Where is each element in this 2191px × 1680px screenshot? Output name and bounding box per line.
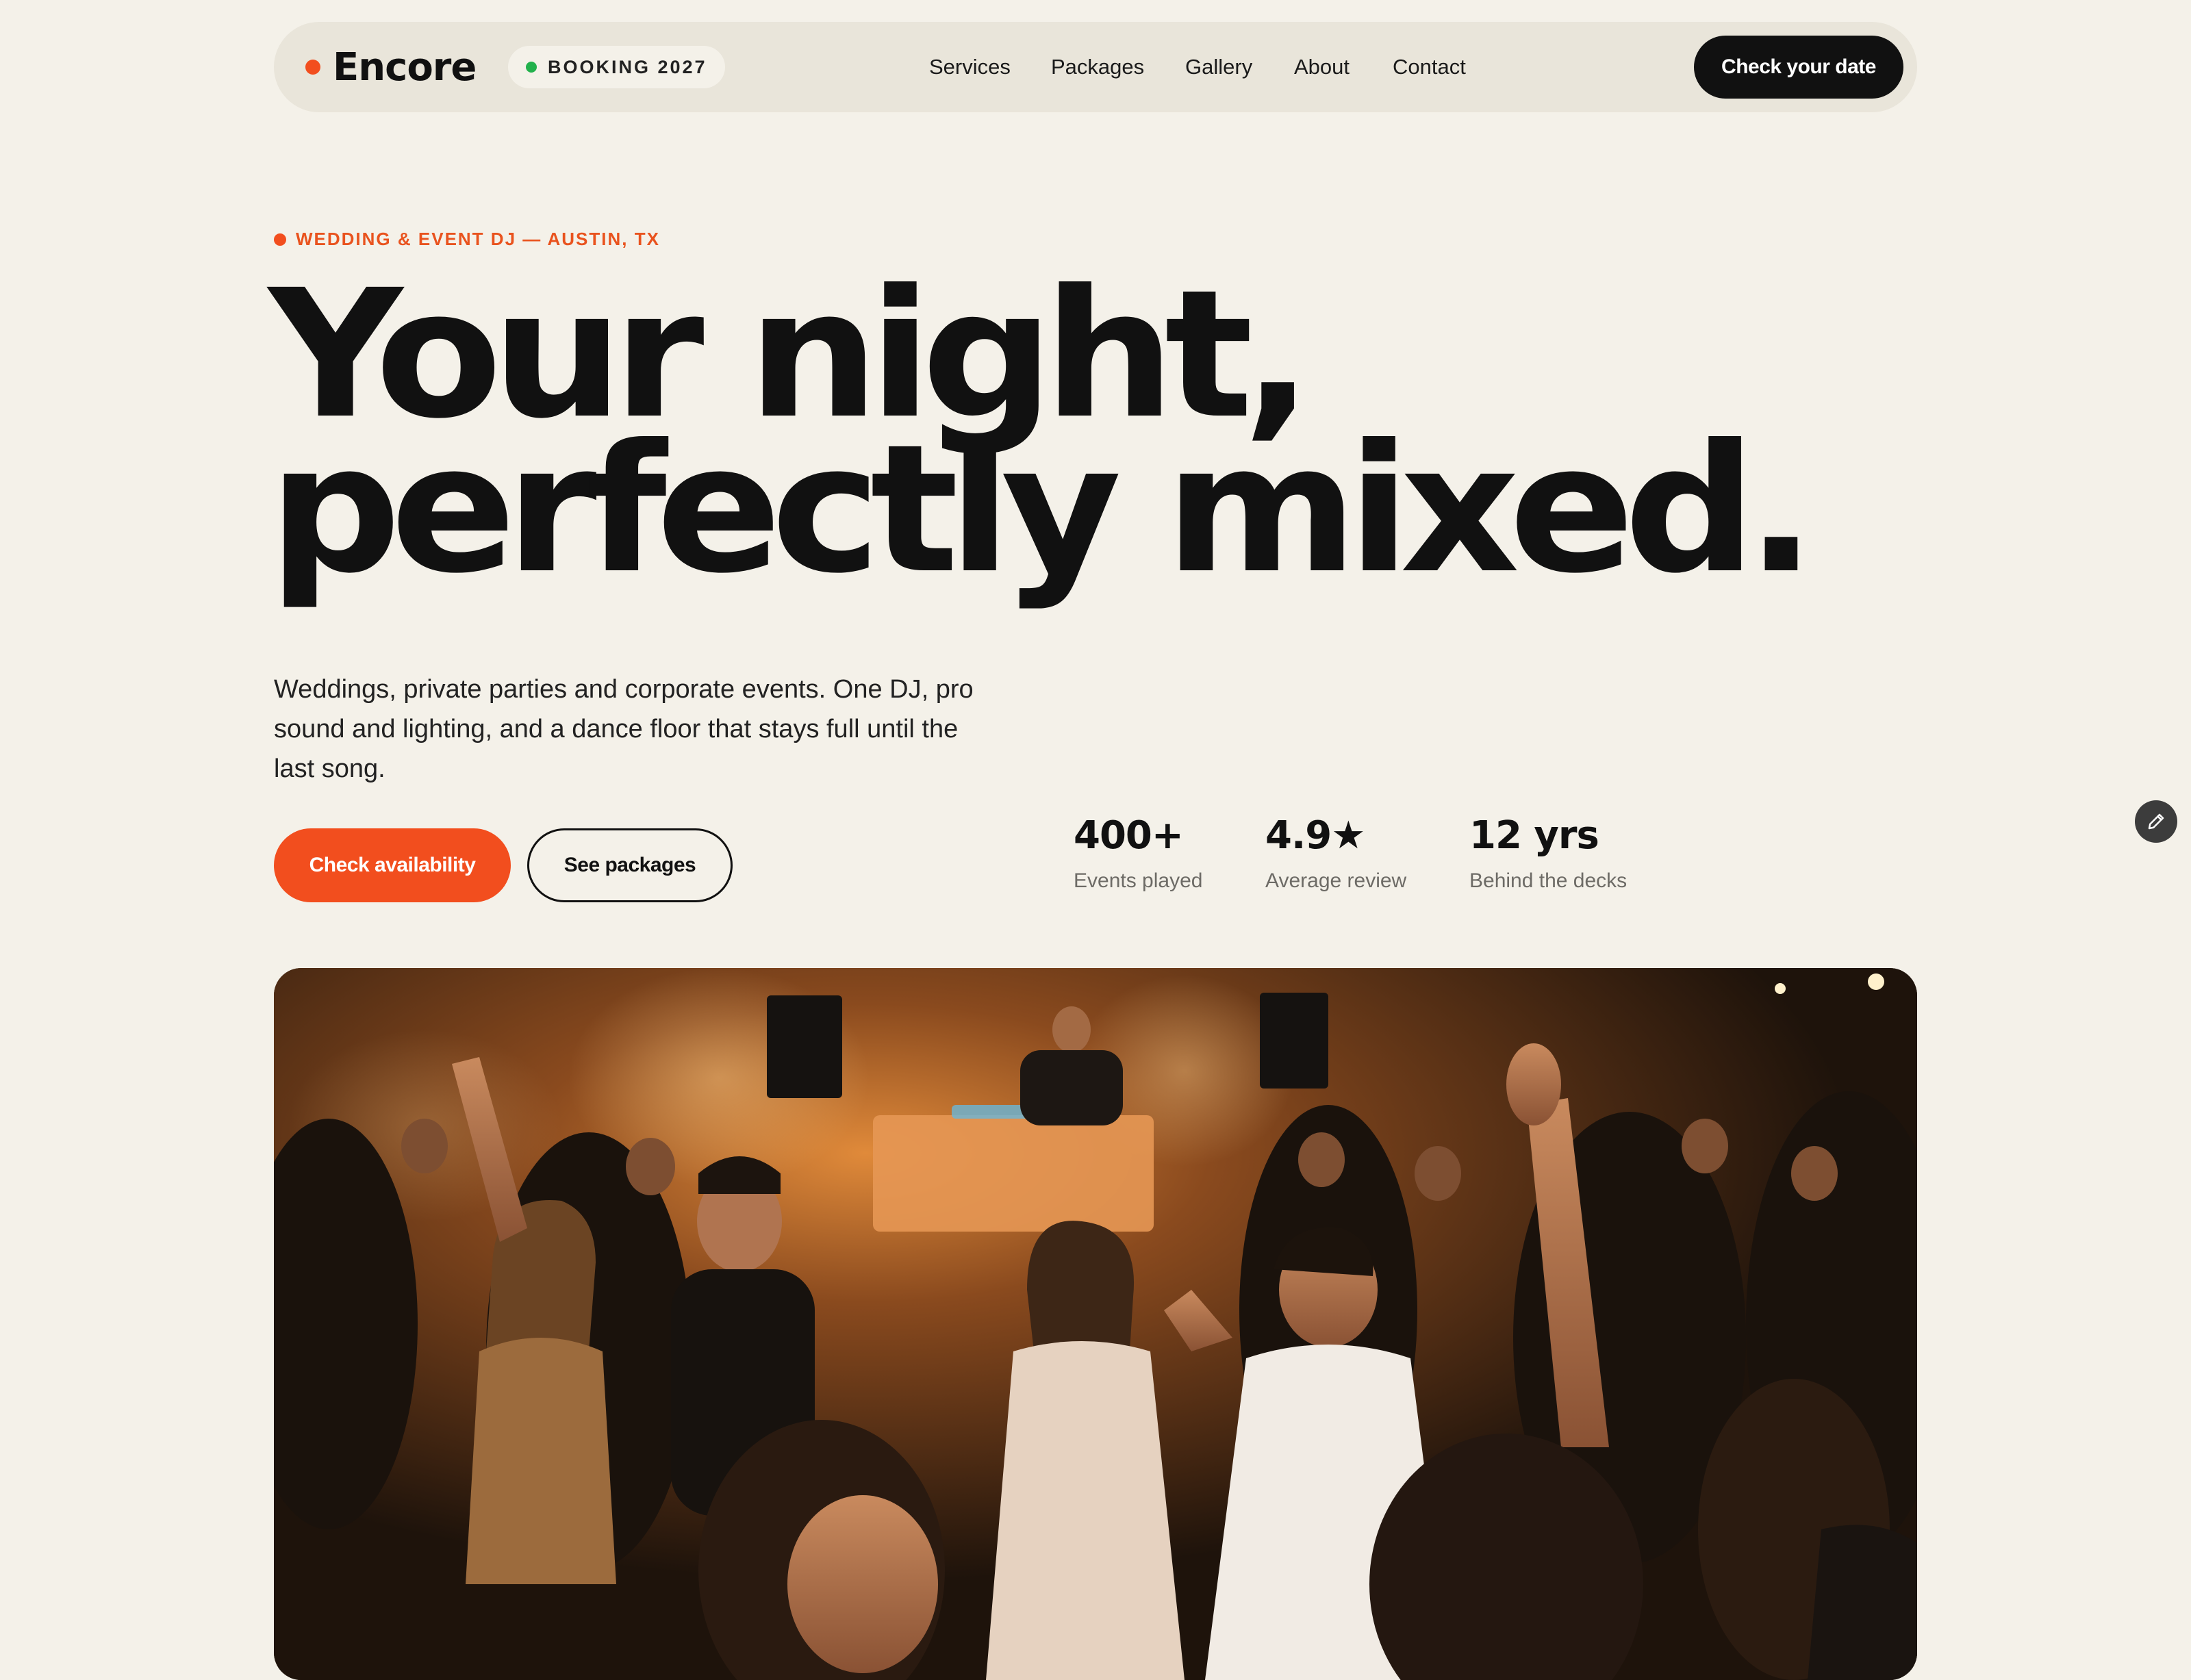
stat-value: 400+: [1074, 813, 1184, 858]
nav-link-services[interactable]: Services: [929, 22, 1011, 112]
brand-dot-icon: [305, 60, 320, 75]
hero-description: Weddings, private parties and corporate …: [274, 675, 974, 783]
nav-link-packages[interactable]: Packages: [1051, 22, 1144, 112]
top-nav: Encore BOOKING 2027 Services Packages Ga…: [274, 22, 1917, 112]
stat-value: 12 yrs: [1469, 813, 1599, 858]
hero-headline-line-2: perfectly mixed.: [268, 407, 1816, 612]
stat-label: Events played: [1074, 869, 1203, 892]
check-date-button[interactable]: Check your date: [1694, 36, 1903, 99]
see-packages-button[interactable]: See packages: [527, 828, 733, 902]
stat-value: 4.9★: [1265, 813, 1365, 858]
hero-eyebrow: WEDDING & EVENT DJ — AUSTIN, TX: [274, 229, 660, 250]
booking-badge: BOOKING 2027: [508, 46, 725, 88]
edit-button[interactable]: [2135, 800, 2177, 843]
stat-label: Average review: [1265, 869, 1407, 892]
stat-review: 4.9★ Average review: [1265, 812, 1406, 893]
stat-label: Behind the decks: [1469, 869, 1628, 892]
status-dot-icon: [526, 62, 537, 73]
stat-events: 400+ Events played: [1074, 812, 1202, 893]
dance-floor-photo: [274, 968, 1917, 1680]
brand-logo[interactable]: Encore: [305, 22, 477, 112]
eyebrow-dot-icon: [274, 233, 286, 246]
hero-eyebrow-label: WEDDING & EVENT DJ — AUSTIN, TX: [296, 229, 660, 249]
nav-link-contact[interactable]: Contact: [1393, 22, 1466, 112]
check-availability-button[interactable]: Check availability: [274, 828, 511, 902]
hero-photo: [274, 968, 1917, 1680]
hero-headline: Your night, perfectly mixed.: [268, 266, 2066, 612]
pencil-icon: [2148, 813, 2164, 830]
nav-link-gallery[interactable]: Gallery: [1185, 22, 1252, 112]
brand-name: Encore: [333, 44, 477, 90]
nav-link-about[interactable]: About: [1294, 22, 1350, 112]
booking-badge-label: BOOKING 2027: [548, 56, 707, 77]
stat-experience: 12 yrs Behind the decks: [1469, 812, 1627, 893]
